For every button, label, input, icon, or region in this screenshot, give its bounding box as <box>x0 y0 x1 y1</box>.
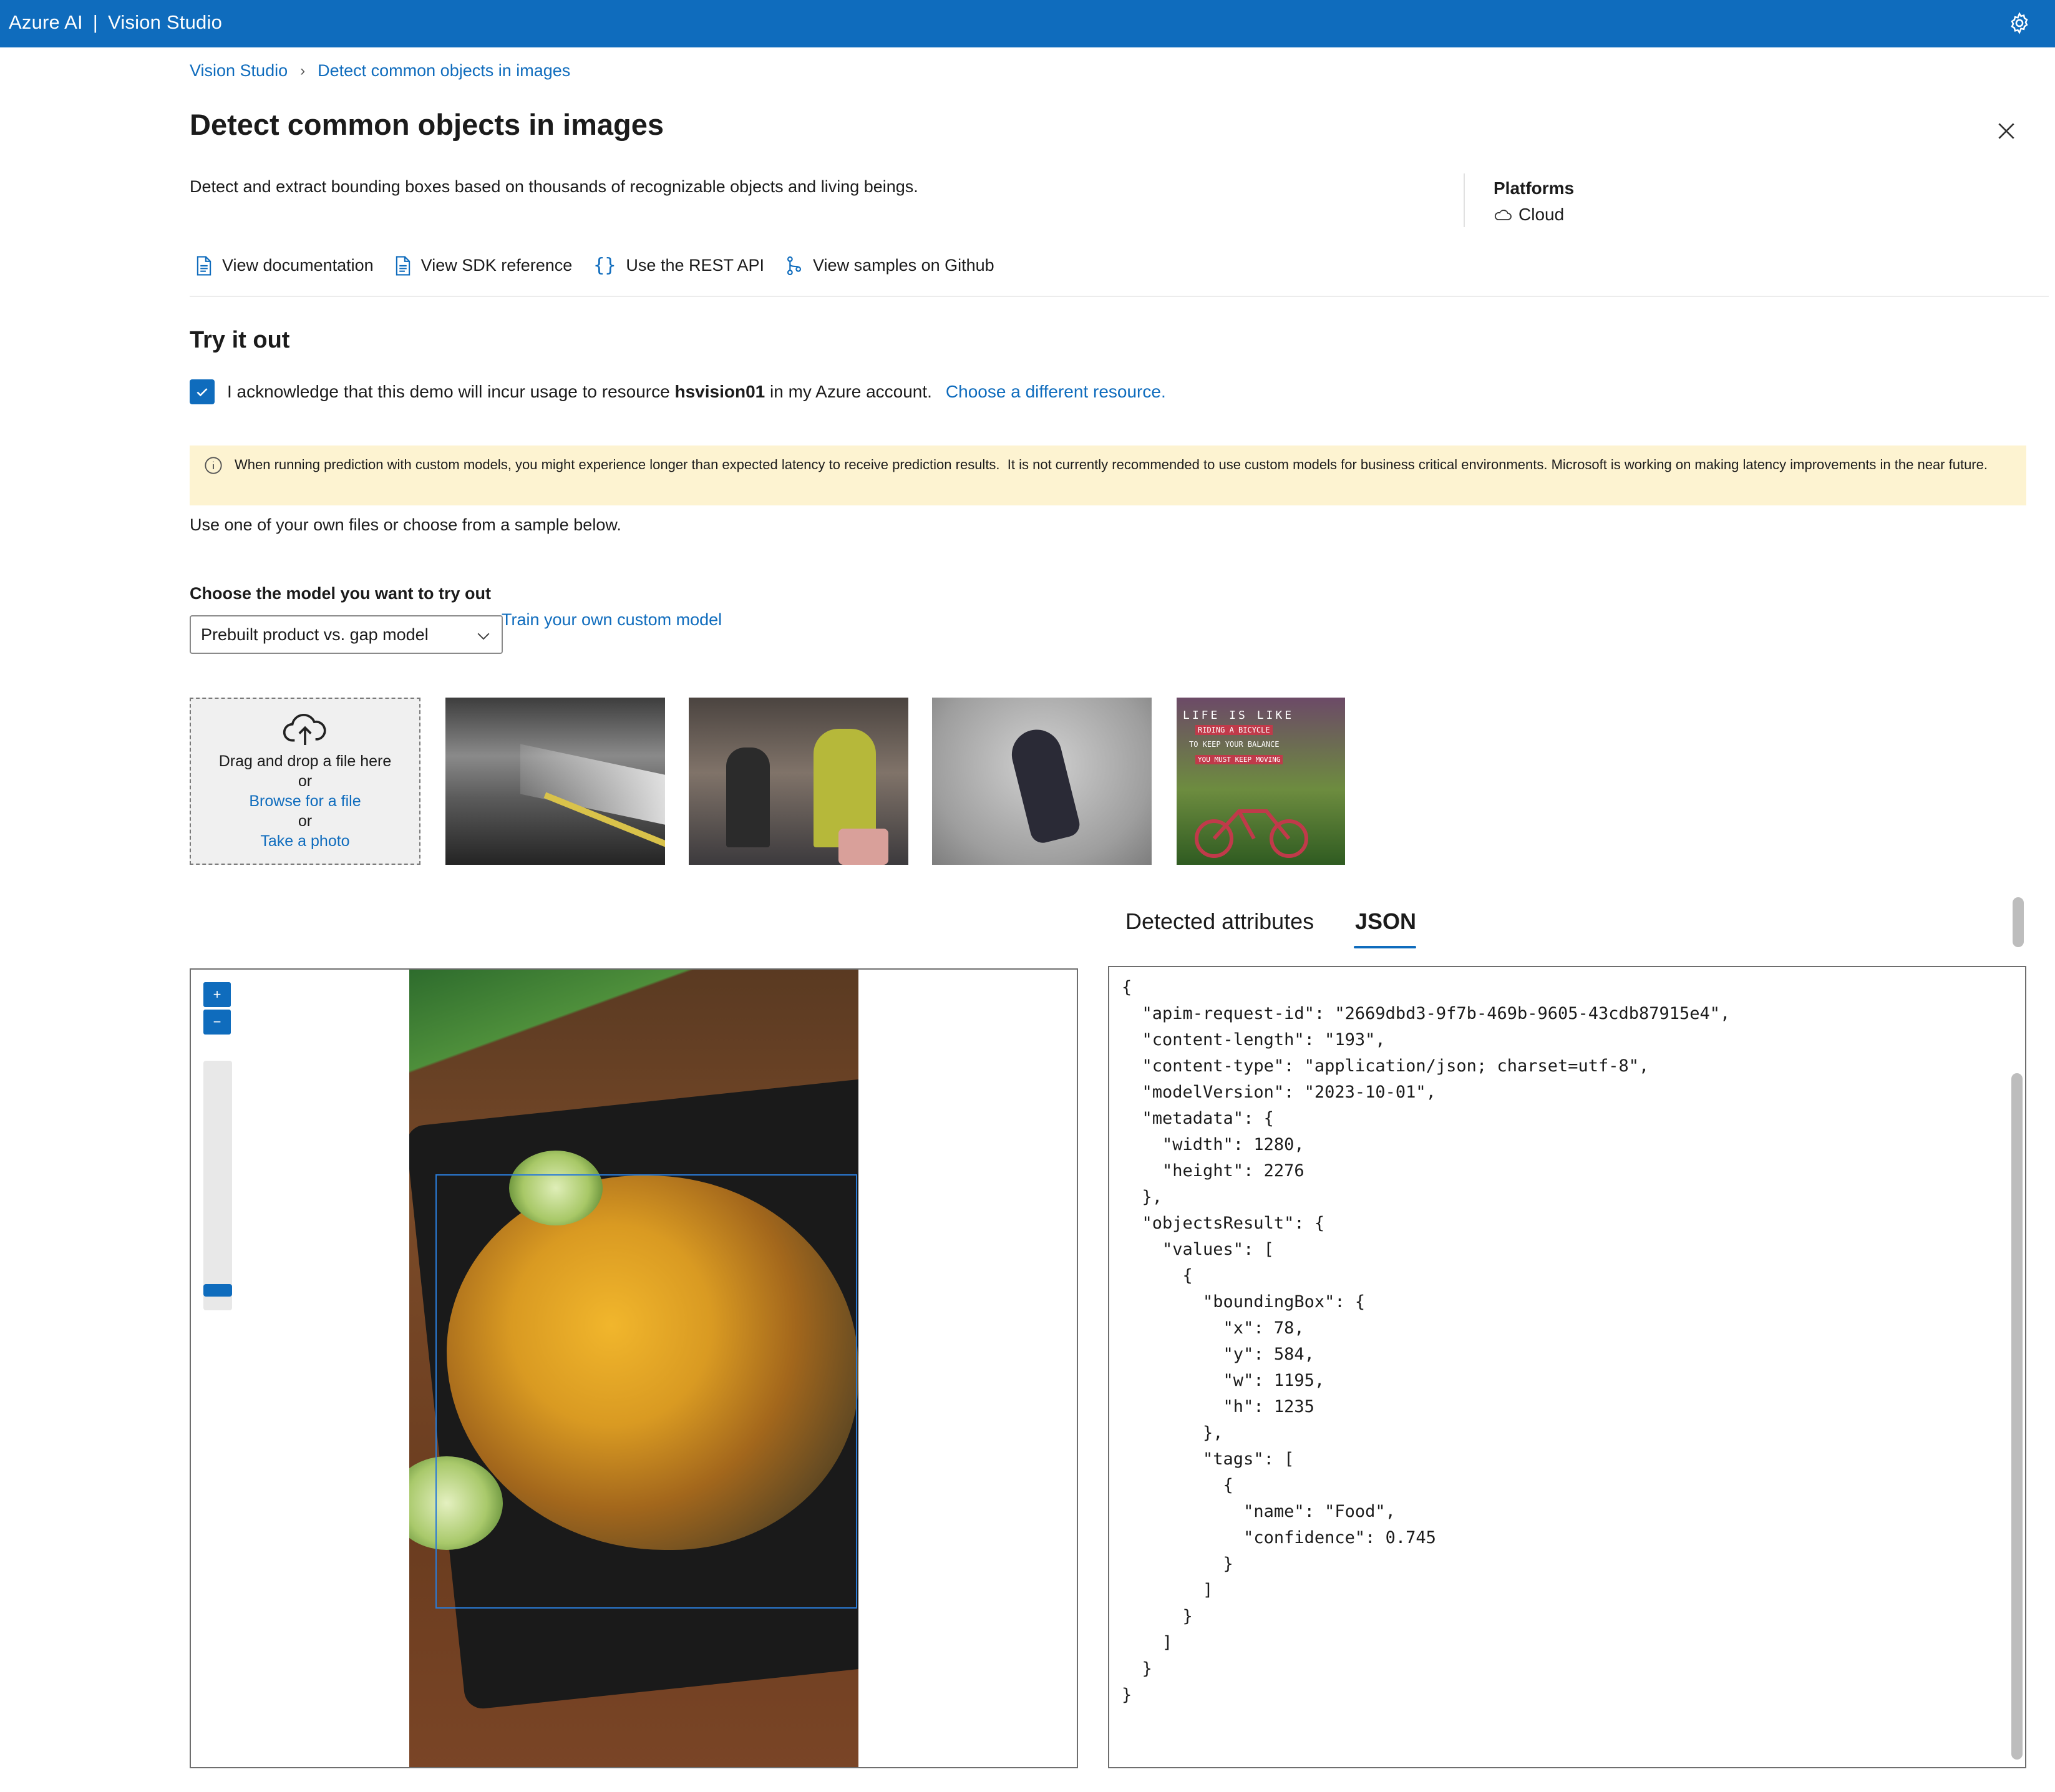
cloud-icon <box>1494 210 1512 220</box>
breadcrumb-home[interactable]: Vision Studio <box>190 61 288 80</box>
chevron-right-icon: › <box>300 62 306 79</box>
brand-separator: | <box>92 11 99 33</box>
resource-links: View documentation View SDK reference {}… <box>196 255 994 276</box>
vertical-divider <box>1464 173 1465 227</box>
choose-resource-link[interactable]: Choose a different resource. <box>946 382 1166 402</box>
zoom-in-button[interactable]: + <box>203 982 231 1007</box>
or-text: or <box>298 772 313 790</box>
section-divider <box>190 296 2049 297</box>
quote-line: RIDING A BICYCLE <box>1195 725 1273 735</box>
view-documentation-link[interactable]: View documentation <box>196 255 374 276</box>
latency-warning: When running prediction with custom mode… <box>190 446 2026 505</box>
brand[interactable]: Azure AI | Vision Studio <box>9 11 222 34</box>
warning-text: When running prediction with custom mode… <box>235 457 1988 472</box>
breadcrumb-current[interactable]: Detect common objects in images <box>318 61 570 80</box>
stool-shape <box>838 829 888 865</box>
checkmark-icon <box>197 388 208 397</box>
model-label: Choose the model you want to try out <box>190 584 492 603</box>
tab-detected-attributes[interactable]: Detected attributes <box>1125 908 1314 948</box>
bicycle-icon <box>1195 809 1308 858</box>
model-select[interactable]: Prebuilt product vs. gap model <box>190 615 503 654</box>
platform-cloud: Cloud <box>1518 205 1565 224</box>
bounding-box-food[interactable] <box>435 1174 857 1609</box>
braces-icon: {} <box>593 255 616 276</box>
document-icon <box>396 255 410 276</box>
ack-prefix: I acknowledge that this demo will incur … <box>227 382 675 401</box>
sample-image-skateboarder[interactable] <box>932 698 1152 865</box>
browse-file-link[interactable]: Browse for a file <box>191 791 419 811</box>
quote-line: LIFE IS LIKE <box>1183 709 1295 722</box>
image-viewer: + − <box>190 968 1078 1768</box>
sample-image-train-station[interactable] <box>445 698 665 865</box>
gear-icon[interactable] <box>2008 11 2031 35</box>
quote-line: YOU MUST KEEP MOVING <box>1195 755 1283 764</box>
zoom-slider-handle[interactable] <box>203 1284 232 1297</box>
take-photo-link[interactable]: Take a photo <box>191 831 419 851</box>
info-icon <box>205 457 222 474</box>
tab-json[interactable]: JSON <box>1355 908 1416 948</box>
product-name: Vision Studio <box>108 11 223 33</box>
leaf-shape <box>409 970 746 1107</box>
json-text: { "apim-request-id": "2669dbd3-9f7b-469b… <box>1122 978 1731 1705</box>
document-icon <box>197 255 211 276</box>
person-shape <box>726 747 770 847</box>
link-label: View SDK reference <box>420 256 573 275</box>
sample-image-bicycle-quote[interactable]: LIFE IS LIKE RIDING A BICYCLE TO KEEP YO… <box>1177 698 1345 865</box>
cloud-upload-icon <box>283 714 326 746</box>
or-text: or <box>298 812 313 830</box>
branch-icon <box>787 256 802 275</box>
use-files-text: Use one of your own files or choose from… <box>190 515 621 534</box>
zoom-controls: + − <box>203 982 231 1035</box>
brand-name: Azure AI <box>9 11 83 33</box>
link-label: View documentation <box>222 256 374 275</box>
acknowledge-row: I acknowledge that this demo will incur … <box>190 379 1166 404</box>
file-dropzone[interactable]: Drag and drop a file here or Browse for … <box>190 698 420 865</box>
page-title: Detect common objects in images <box>190 108 664 141</box>
model-selected: Prebuilt product vs. gap model <box>201 625 429 644</box>
train-custom-model-link[interactable]: Train your own custom model <box>502 610 722 630</box>
ack-suffix: in my Azure account. <box>765 382 932 401</box>
acknowledge-checkbox[interactable] <box>190 379 215 404</box>
ack-resource: hsvision01 <box>674 382 765 401</box>
top-bar: Azure AI | Vision Studio <box>0 0 2055 47</box>
panel-scrollbar[interactable] <box>2013 897 2024 947</box>
view-samples-github-link[interactable]: View samples on Github <box>785 256 994 276</box>
link-label: View samples on Github <box>813 256 994 275</box>
chevron-down-icon <box>477 633 490 640</box>
zoom-slider-track[interactable] <box>203 1061 232 1310</box>
active-tab-indicator <box>1354 946 1416 948</box>
quote-line: TO KEEP YOUR BALANCE <box>1189 740 1280 749</box>
drag-drop-text: Drag and drop a file here <box>218 752 392 770</box>
platform-value: Cloud <box>1494 205 1564 225</box>
json-output-panel: { "apim-request-id": "2669dbd3-9f7b-469b… <box>1108 966 2026 1768</box>
platforms-label: Platforms <box>1494 178 1575 198</box>
close-icon[interactable] <box>1994 119 2019 144</box>
try-it-heading: Try it out <box>190 327 290 353</box>
view-sdk-reference-link[interactable]: View SDK reference <box>395 255 573 276</box>
json-scrollbar[interactable] <box>2011 1073 2023 1760</box>
use-rest-api-link[interactable]: {} Use the REST API <box>593 255 764 276</box>
skater-shape <box>1006 724 1082 846</box>
analyzed-image <box>409 970 858 1767</box>
sample-image-meeting[interactable] <box>689 698 908 865</box>
breadcrumb: Vision Studio › Detect common objects in… <box>190 61 570 80</box>
zoom-out-button[interactable]: − <box>203 1010 231 1035</box>
link-label: Use the REST API <box>626 256 765 275</box>
page-description: Detect and extract bounding boxes based … <box>190 177 918 196</box>
